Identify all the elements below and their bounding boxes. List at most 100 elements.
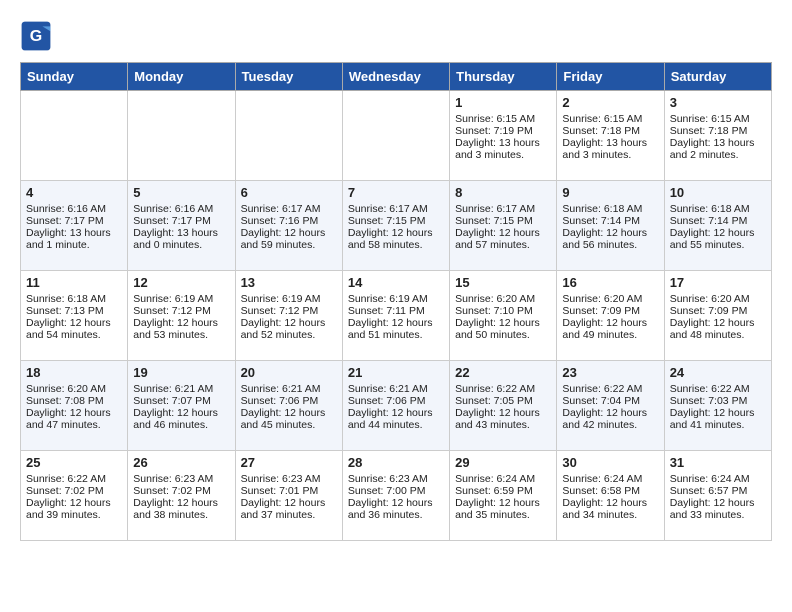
header-cell-tuesday: Tuesday	[235, 63, 342, 91]
calendar-cell: 14Sunrise: 6:19 AMSunset: 7:11 PMDayligh…	[342, 271, 449, 361]
day-number: 15	[455, 275, 551, 290]
day-info-line: Sunset: 7:04 PM	[562, 395, 658, 407]
calendar-cell: 13Sunrise: 6:19 AMSunset: 7:12 PMDayligh…	[235, 271, 342, 361]
calendar-cell: 5Sunrise: 6:16 AMSunset: 7:17 PMDaylight…	[128, 181, 235, 271]
calendar-cell: 3Sunrise: 6:15 AMSunset: 7:18 PMDaylight…	[664, 91, 771, 181]
day-info-line: Sunrise: 6:22 AM	[26, 473, 122, 485]
day-info-line: Sunrise: 6:22 AM	[455, 383, 551, 395]
day-info-line: and 48 minutes.	[670, 329, 766, 341]
day-info-line: Sunset: 6:59 PM	[455, 485, 551, 497]
day-info-line: Sunset: 7:03 PM	[670, 395, 766, 407]
day-info-line: and 33 minutes.	[670, 509, 766, 521]
day-info-line: Sunset: 7:06 PM	[348, 395, 444, 407]
day-info-line: Daylight: 12 hours	[562, 497, 658, 509]
day-number: 19	[133, 365, 229, 380]
day-number: 4	[26, 185, 122, 200]
day-info-line: Sunrise: 6:17 AM	[455, 203, 551, 215]
day-info-line: Sunset: 7:19 PM	[455, 125, 551, 137]
day-info-line: and 46 minutes.	[133, 419, 229, 431]
calendar-cell: 12Sunrise: 6:19 AMSunset: 7:12 PMDayligh…	[128, 271, 235, 361]
day-info-line: Sunrise: 6:23 AM	[348, 473, 444, 485]
day-info-line: Sunrise: 6:19 AM	[348, 293, 444, 305]
calendar-week-row: 4Sunrise: 6:16 AMSunset: 7:17 PMDaylight…	[21, 181, 772, 271]
calendar-cell: 21Sunrise: 6:21 AMSunset: 7:06 PMDayligh…	[342, 361, 449, 451]
day-info-line: Sunset: 7:01 PM	[241, 485, 337, 497]
calendar-week-row: 11Sunrise: 6:18 AMSunset: 7:13 PMDayligh…	[21, 271, 772, 361]
day-number: 11	[26, 275, 122, 290]
calendar-week-row: 18Sunrise: 6:20 AMSunset: 7:08 PMDayligh…	[21, 361, 772, 451]
calendar-cell: 16Sunrise: 6:20 AMSunset: 7:09 PMDayligh…	[557, 271, 664, 361]
day-number: 22	[455, 365, 551, 380]
day-info-line: Sunset: 7:15 PM	[348, 215, 444, 227]
calendar-cell: 31Sunrise: 6:24 AMSunset: 6:57 PMDayligh…	[664, 451, 771, 541]
day-info-line: Daylight: 13 hours	[133, 227, 229, 239]
day-info-line: and 3 minutes.	[455, 149, 551, 161]
day-info-line: Daylight: 12 hours	[241, 407, 337, 419]
day-info-line: and 39 minutes.	[26, 509, 122, 521]
day-info-line: and 47 minutes.	[26, 419, 122, 431]
day-number: 27	[241, 455, 337, 470]
day-info-line: and 51 minutes.	[348, 329, 444, 341]
calendar-cell: 8Sunrise: 6:17 AMSunset: 7:15 PMDaylight…	[450, 181, 557, 271]
day-info-line: and 38 minutes.	[133, 509, 229, 521]
day-info-line: and 49 minutes.	[562, 329, 658, 341]
day-info-line: Sunrise: 6:19 AM	[241, 293, 337, 305]
day-number: 28	[348, 455, 444, 470]
day-info-line: Sunset: 7:09 PM	[562, 305, 658, 317]
day-info-line: and 54 minutes.	[26, 329, 122, 341]
day-info-line: Sunset: 7:07 PM	[133, 395, 229, 407]
day-number: 8	[455, 185, 551, 200]
day-info-line: and 58 minutes.	[348, 239, 444, 251]
day-info-line: Sunset: 7:08 PM	[26, 395, 122, 407]
day-info-line: Daylight: 12 hours	[455, 317, 551, 329]
day-info-line: Daylight: 12 hours	[241, 317, 337, 329]
day-info-line: Sunset: 7:09 PM	[670, 305, 766, 317]
day-number: 2	[562, 95, 658, 110]
day-info-line: Sunrise: 6:15 AM	[670, 113, 766, 125]
day-info-line: Sunset: 7:17 PM	[26, 215, 122, 227]
day-info-line: Sunrise: 6:20 AM	[26, 383, 122, 395]
day-info-line: Daylight: 13 hours	[455, 137, 551, 149]
day-number: 14	[348, 275, 444, 290]
day-info-line: Daylight: 12 hours	[348, 497, 444, 509]
day-info-line: Daylight: 12 hours	[562, 407, 658, 419]
header-cell-sunday: Sunday	[21, 63, 128, 91]
day-number: 20	[241, 365, 337, 380]
day-info-line: Sunset: 6:58 PM	[562, 485, 658, 497]
day-info-line: and 50 minutes.	[455, 329, 551, 341]
day-info-line: and 36 minutes.	[348, 509, 444, 521]
calendar-cell: 11Sunrise: 6:18 AMSunset: 7:13 PMDayligh…	[21, 271, 128, 361]
day-number: 18	[26, 365, 122, 380]
day-info-line: Sunrise: 6:20 AM	[670, 293, 766, 305]
calendar-week-row: 1Sunrise: 6:15 AMSunset: 7:19 PMDaylight…	[21, 91, 772, 181]
calendar-cell: 10Sunrise: 6:18 AMSunset: 7:14 PMDayligh…	[664, 181, 771, 271]
day-info-line: Daylight: 12 hours	[670, 317, 766, 329]
day-number: 25	[26, 455, 122, 470]
page-header: G	[20, 20, 772, 52]
day-info-line: Sunset: 7:12 PM	[133, 305, 229, 317]
calendar-table: SundayMondayTuesdayWednesdayThursdayFrid…	[20, 62, 772, 541]
day-info-line: Daylight: 12 hours	[455, 407, 551, 419]
day-number: 31	[670, 455, 766, 470]
calendar-cell	[235, 91, 342, 181]
day-info-line: Sunset: 7:13 PM	[26, 305, 122, 317]
day-info-line: Sunset: 7:14 PM	[562, 215, 658, 227]
day-info-line: Daylight: 12 hours	[670, 497, 766, 509]
day-info-line: Sunrise: 6:24 AM	[455, 473, 551, 485]
day-info-line: Sunrise: 6:21 AM	[348, 383, 444, 395]
day-info-line: and 55 minutes.	[670, 239, 766, 251]
day-info-line: Sunrise: 6:22 AM	[562, 383, 658, 395]
day-info-line: Sunrise: 6:23 AM	[241, 473, 337, 485]
day-number: 3	[670, 95, 766, 110]
day-number: 10	[670, 185, 766, 200]
day-number: 30	[562, 455, 658, 470]
day-info-line: Sunset: 7:02 PM	[133, 485, 229, 497]
day-number: 7	[348, 185, 444, 200]
day-info-line: Sunrise: 6:17 AM	[348, 203, 444, 215]
day-info-line: Sunrise: 6:17 AM	[241, 203, 337, 215]
day-info-line: Daylight: 12 hours	[26, 497, 122, 509]
day-info-line: and 1 minute.	[26, 239, 122, 251]
day-info-line: Sunset: 7:18 PM	[670, 125, 766, 137]
day-info-line: Daylight: 12 hours	[26, 407, 122, 419]
day-number: 29	[455, 455, 551, 470]
